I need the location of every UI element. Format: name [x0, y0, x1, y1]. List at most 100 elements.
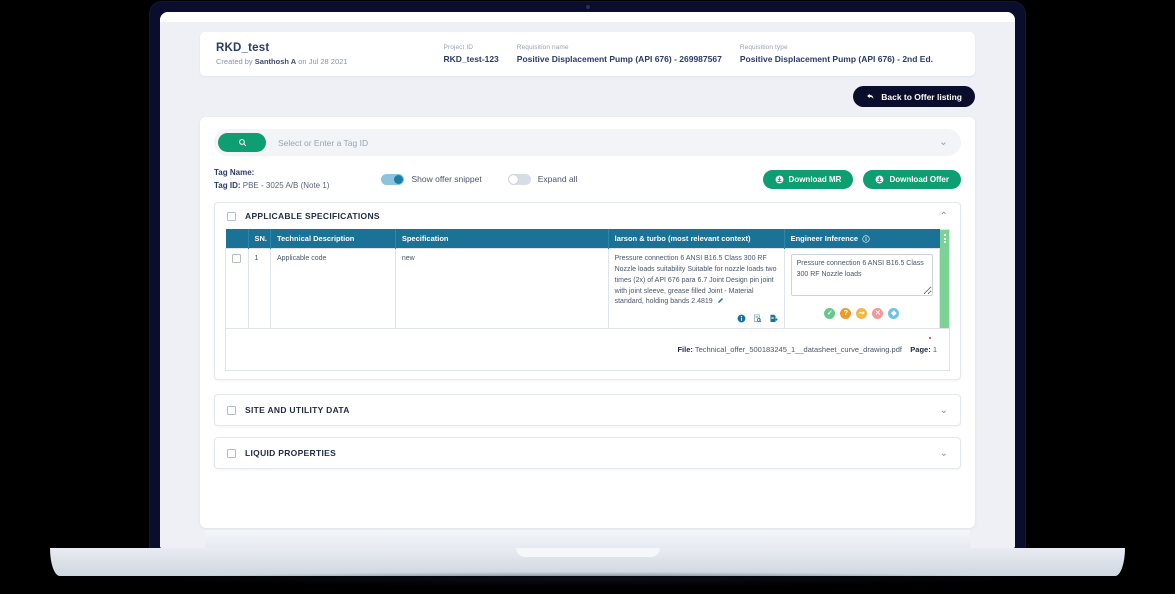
created-author: Santhosh A: [254, 57, 297, 66]
toggle-label-show-offer-snippet: Show offer snippet: [411, 174, 482, 184]
section-header-site-and-utility-data[interactable]: SITE AND UTILITY DATA ⌄: [215, 395, 960, 425]
chevron-down-icon[interactable]: ⌄: [932, 137, 955, 148]
search-icon: [238, 139, 246, 147]
project-header-card: RKD_test Created by Santhosh A on Jul 28…: [200, 32, 975, 76]
requisition-name-block: Requisition name Positive Displacement P…: [517, 44, 722, 64]
question-icon[interactable]: ?: [840, 307, 852, 319]
table-wrapper: SN. Technical Description Specification …: [225, 229, 950, 330]
project-id-label: Project ID: [443, 44, 474, 51]
project-identity: RKD_test Created by Santhosh A on Jul 28…: [216, 42, 348, 66]
toggle-knob: [394, 174, 404, 184]
toggle-label-expand-all: Expand all: [537, 174, 578, 184]
section-applicable-specifications: APPLICABLE SPECIFICATIONS ⌃ SN. Technica: [214, 202, 961, 381]
chevron-down-icon[interactable]: ⌄: [940, 448, 948, 459]
tag-info: Tag Name: Tag ID: PBE - 3025 A/B (Note 1…: [214, 168, 329, 190]
row-specification: new: [394, 247, 609, 330]
toggle-switch-on[interactable]: [381, 173, 405, 185]
row-engineer-inference-cell: ✓ ? ➞ ✕ ◆: [783, 247, 941, 330]
table-head: SN. Technical Description Specification …: [225, 229, 940, 249]
col-engineer-inference: Engineer Inference: [784, 229, 940, 249]
document-export-icon[interactable]: [769, 314, 778, 323]
row-context-icon-row: [615, 314, 778, 323]
col-technical-description: Technical Description: [270, 229, 396, 249]
inference-action-row: ✓ ? ➞ ✕ ◆: [791, 307, 934, 319]
section-checkbox-liquid-properties[interactable]: [227, 448, 236, 458]
chevron-down-icon[interactable]: ⌄: [940, 405, 948, 416]
laptop-hinge: [205, 530, 970, 550]
info-circle-icon[interactable]: [862, 234, 870, 243]
search-button[interactable]: [218, 133, 266, 152]
webcam-dot: [585, 5, 590, 9]
document-search-icon[interactable]: [753, 314, 762, 323]
engineer-inference-textarea[interactable]: [790, 254, 934, 296]
drag-dots-icon: [943, 234, 946, 245]
download-button-group: Download MR Download Offer: [762, 169, 961, 189]
accept-check-icon[interactable]: ✓: [824, 307, 836, 319]
toggle-knob: [508, 174, 518, 184]
row-context-text: Pressure connection 6 ANSI B16.5 Class 3…: [614, 255, 777, 306]
marker-dot: [929, 337, 931, 340]
table-header-row: SN. Technical Description Specification …: [225, 229, 940, 249]
file-info-strip: File: Technical_offer_500183245_1__datas…: [225, 329, 950, 372]
download-mr-label: Download MR: [788, 174, 842, 184]
tag-id-label: Tag ID:: [214, 181, 241, 190]
col-select: [225, 229, 249, 249]
section-header-applicable-specifications[interactable]: APPLICABLE SPECIFICATIONS ⌃: [215, 203, 960, 229]
section-checkbox-site-and-utility-data[interactable]: [227, 405, 236, 415]
browser-chrome-strip: [160, 12, 1015, 22]
page-label: Page:: [910, 345, 931, 355]
section-title-applicable-specifications: APPLICABLE SPECIFICATIONS: [245, 211, 380, 221]
tag-and-controls-row: Tag Name: Tag ID: PBE - 3025 A/B (Note 1…: [214, 168, 961, 190]
requisition-name-label: Requisition name: [516, 44, 569, 51]
back-to-offer-listing-button[interactable]: Back to Offer listing: [853, 86, 975, 107]
back-button-row: Back to Offer listing: [200, 86, 975, 107]
download-mr-button[interactable]: Download MR: [762, 169, 854, 189]
requisition-name-value: Positive Displacement Pump (API 676) - 2…: [516, 54, 722, 64]
row-sn: 1: [247, 247, 271, 330]
pencil-icon[interactable]: [717, 297, 724, 304]
requisition-type-value: Positive Displacement Pump (API 676) - 2…: [739, 54, 934, 64]
project-id-value: RKD_test-123: [443, 54, 499, 64]
row-technical-description: Applicable code: [270, 247, 396, 330]
reject-close-icon[interactable]: ✕: [872, 307, 884, 319]
section-checkbox-applicable-specifications[interactable]: [227, 211, 236, 221]
requisition-type-block: Requisition type Positive Displacement P…: [740, 44, 933, 64]
file-name: Technical_offer_500183245_1__datasheet_c…: [694, 345, 902, 355]
row-drag-handle-bar[interactable]: [940, 229, 950, 330]
toggle-expand-all[interactable]: Expand all: [507, 173, 578, 185]
tag-name-row: Tag Name:: [214, 168, 329, 177]
download-circle-icon: [775, 175, 783, 183]
download-offer-label: Download Offer: [889, 174, 949, 184]
arrow-back-icon: [867, 93, 874, 99]
specifications-table: SN. Technical Description Specification …: [225, 229, 941, 330]
info-circle-icon[interactable]: [737, 314, 746, 323]
laptop-shadow: [140, 572, 1035, 586]
chevron-up-icon[interactable]: ⌃: [940, 211, 948, 222]
col-context: larson & turbo (most relevant context): [608, 229, 785, 249]
toggle-show-offer-snippet[interactable]: Show offer snippet: [381, 173, 482, 185]
section-site-and-utility-data: SITE AND UTILITY DATA ⌄: [214, 394, 961, 427]
row-checkbox[interactable]: [232, 254, 241, 263]
download-offer-button[interactable]: Download Offer: [863, 169, 961, 189]
project-id-block: Project ID RKD_test-123: [444, 44, 499, 64]
created-date: Jul 28 2021: [308, 57, 348, 66]
tag-id-row: Tag ID: PBE - 3025 A/B (Note 1): [214, 181, 329, 190]
laptop-base-notch: [515, 548, 660, 557]
created-by-text: Created by Santhosh A on Jul 28 2021: [216, 57, 348, 66]
forward-icon[interactable]: ➞: [856, 307, 868, 319]
back-button-label: Back to Offer listing: [881, 91, 962, 102]
section-header-liquid-properties[interactable]: LIQUID PROPERTIES ⌄: [215, 438, 960, 468]
tag-search-bar: ⌄: [214, 129, 961, 156]
search-input[interactable]: [266, 137, 932, 148]
file-label: File:: [677, 345, 693, 355]
laptop-screen: RKD_test Created by Santhosh A on Jul 28…: [160, 12, 1015, 548]
col-engineer-inference-label: Engineer Inference: [790, 234, 859, 243]
page-title: RKD_test: [216, 42, 270, 54]
tag-id-value: PBE - 3025 A/B (Note 1): [242, 181, 330, 190]
section-title-site-and-utility-data: SITE AND UTILITY DATA: [245, 405, 350, 416]
main-panel: ⌄ Tag Name: Tag ID: PBE - 3025 A/B (Note…: [200, 117, 975, 528]
page-value: 1: [932, 345, 937, 355]
tag-icon[interactable]: ◆: [888, 307, 900, 319]
section-body-applicable-specifications: SN. Technical Description Specification …: [215, 229, 960, 379]
toggle-switch-off[interactable]: [507, 173, 531, 185]
